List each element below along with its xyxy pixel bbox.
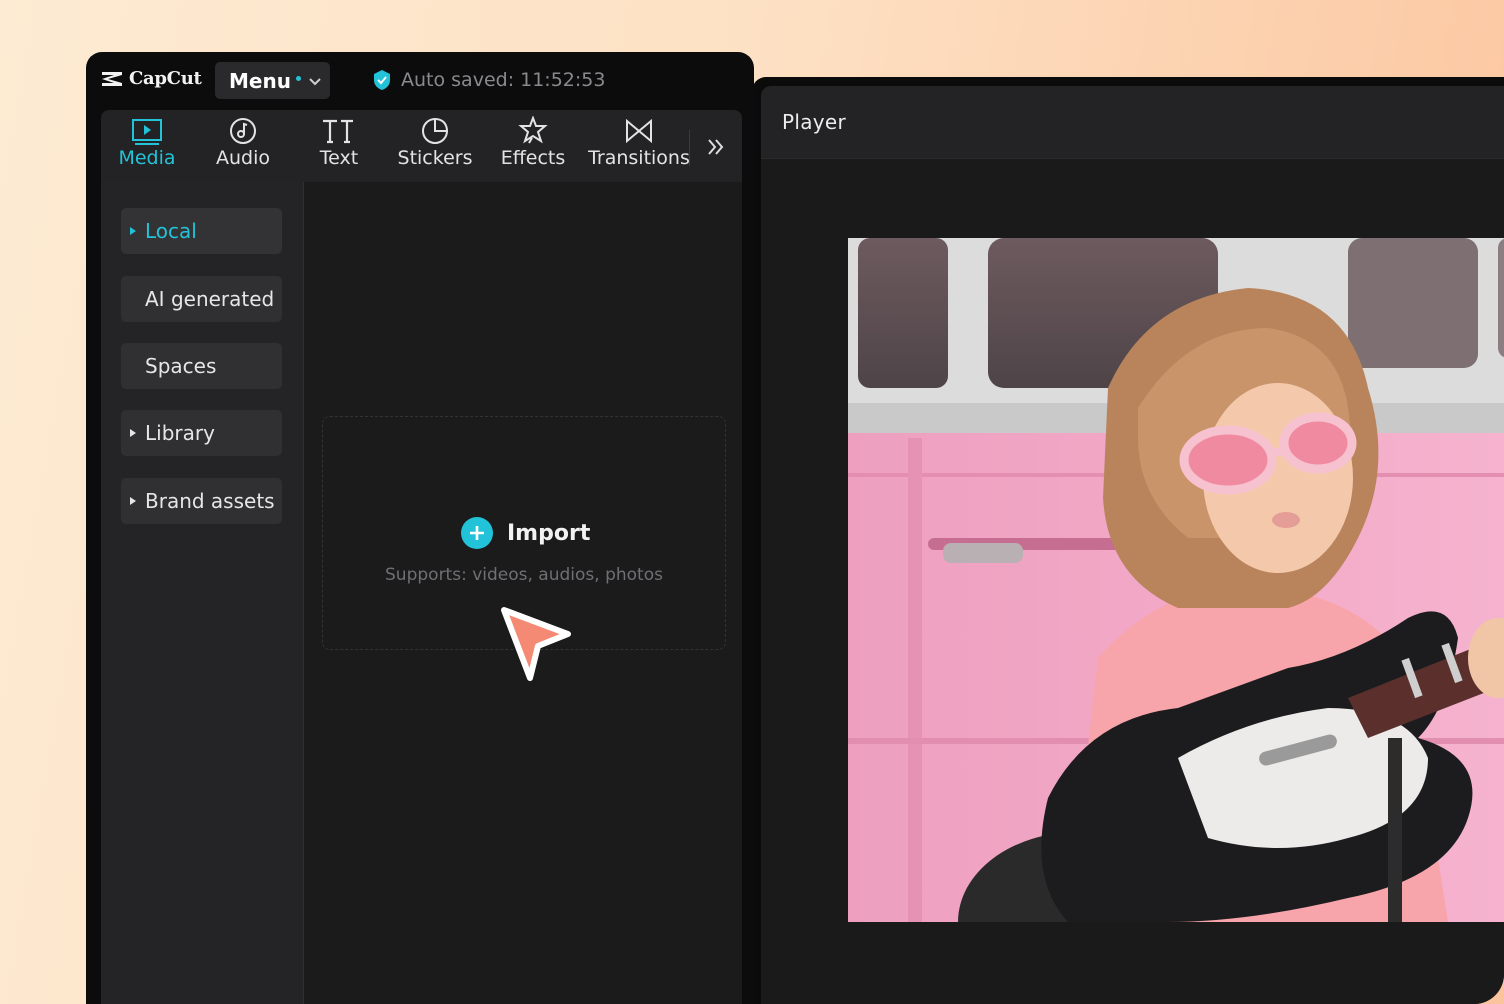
editor-window: CapCut Menu Auto saved: 11:52:53 Media A… <box>86 52 754 1004</box>
sidebar-item-library[interactable]: Library <box>121 410 282 456</box>
menu-label: Menu <box>229 68 291 93</box>
capcut-logo: CapCut <box>100 68 202 89</box>
plus-circle-icon <box>461 517 493 549</box>
sidebar-item-label: Spaces <box>145 354 217 378</box>
sidebar-item-brand-assets[interactable]: Brand assets <box>121 478 282 524</box>
preview-image <box>848 238 1504 922</box>
menu-button[interactable]: Menu <box>215 62 330 99</box>
import-button[interactable]: Import <box>461 517 590 549</box>
expand-arrow-icon <box>130 429 136 437</box>
autosave-text: Auto saved: 11:52:53 <box>401 69 606 91</box>
stickers-icon <box>422 117 449 144</box>
tab-stickers[interactable]: Stickers <box>395 110 475 182</box>
media-content: Import Supports: videos, audios, photos <box>304 182 742 1004</box>
media-sidebar: Local AI generated Spaces Library Brand … <box>101 182 304 1004</box>
tab-text[interactable]: Text <box>309 110 369 182</box>
sidebar-item-spaces[interactable]: Spaces <box>121 343 282 389</box>
autosave-status: Auto saved: 11:52:53 <box>371 69 605 91</box>
sidebar-item-label: Brand assets <box>145 489 275 513</box>
marketing-canvas: Player CapCut Menu Auto saved: 11:52:53 … <box>0 0 1504 1004</box>
tab-stickers-label: Stickers <box>397 147 473 169</box>
tab-audio-label: Audio <box>215 147 270 169</box>
tab-text-label: Text <box>319 147 359 169</box>
tabs-divider <box>689 130 690 166</box>
sidebar-item-label: AI generated <box>145 287 275 311</box>
capcut-logo-icon <box>102 71 122 86</box>
expand-arrow-icon <box>130 497 136 505</box>
player-header: Player <box>761 86 1504 159</box>
transitions-icon <box>626 118 652 144</box>
tab-effects[interactable]: Effects <box>498 110 568 182</box>
video-preview[interactable] <box>848 238 1504 922</box>
text-icon <box>323 119 353 144</box>
tab-media-label: Media <box>118 147 176 169</box>
app-name: CapCut <box>129 68 202 89</box>
sidebar-item-label: Local <box>145 219 197 243</box>
player-panel: Player <box>761 86 1504 1004</box>
tab-transitions[interactable]: Transitions <box>587 110 691 182</box>
sidebar-item-label: Library <box>145 421 215 445</box>
asset-tabs: Media Audio Text Stickers Effects Transi… <box>101 110 742 182</box>
player-title: Player <box>782 110 847 134</box>
sidebar-item-local[interactable]: Local <box>121 208 282 254</box>
effects-icon <box>518 116 548 144</box>
expand-arrow-icon <box>130 227 136 235</box>
tab-effects-label: Effects <box>500 147 566 169</box>
chevron-down-icon <box>309 77 321 85</box>
cloud-check-icon <box>374 70 390 90</box>
menu-notification-dot <box>295 76 301 81</box>
tab-transitions-label: Transitions <box>588 147 690 169</box>
tab-media[interactable]: Media <box>115 110 179 182</box>
pointer-cursor-icon <box>501 607 571 681</box>
import-label: Import <box>507 520 591 546</box>
tab-audio[interactable]: Audio <box>211 110 275 182</box>
import-hint: Supports: videos, audios, photos <box>385 565 663 585</box>
double-chevron-right-icon[interactable] <box>705 132 727 162</box>
media-icon <box>132 119 162 145</box>
audio-icon <box>230 118 256 144</box>
sidebar-item-ai-generated[interactable]: AI generated <box>121 276 282 322</box>
